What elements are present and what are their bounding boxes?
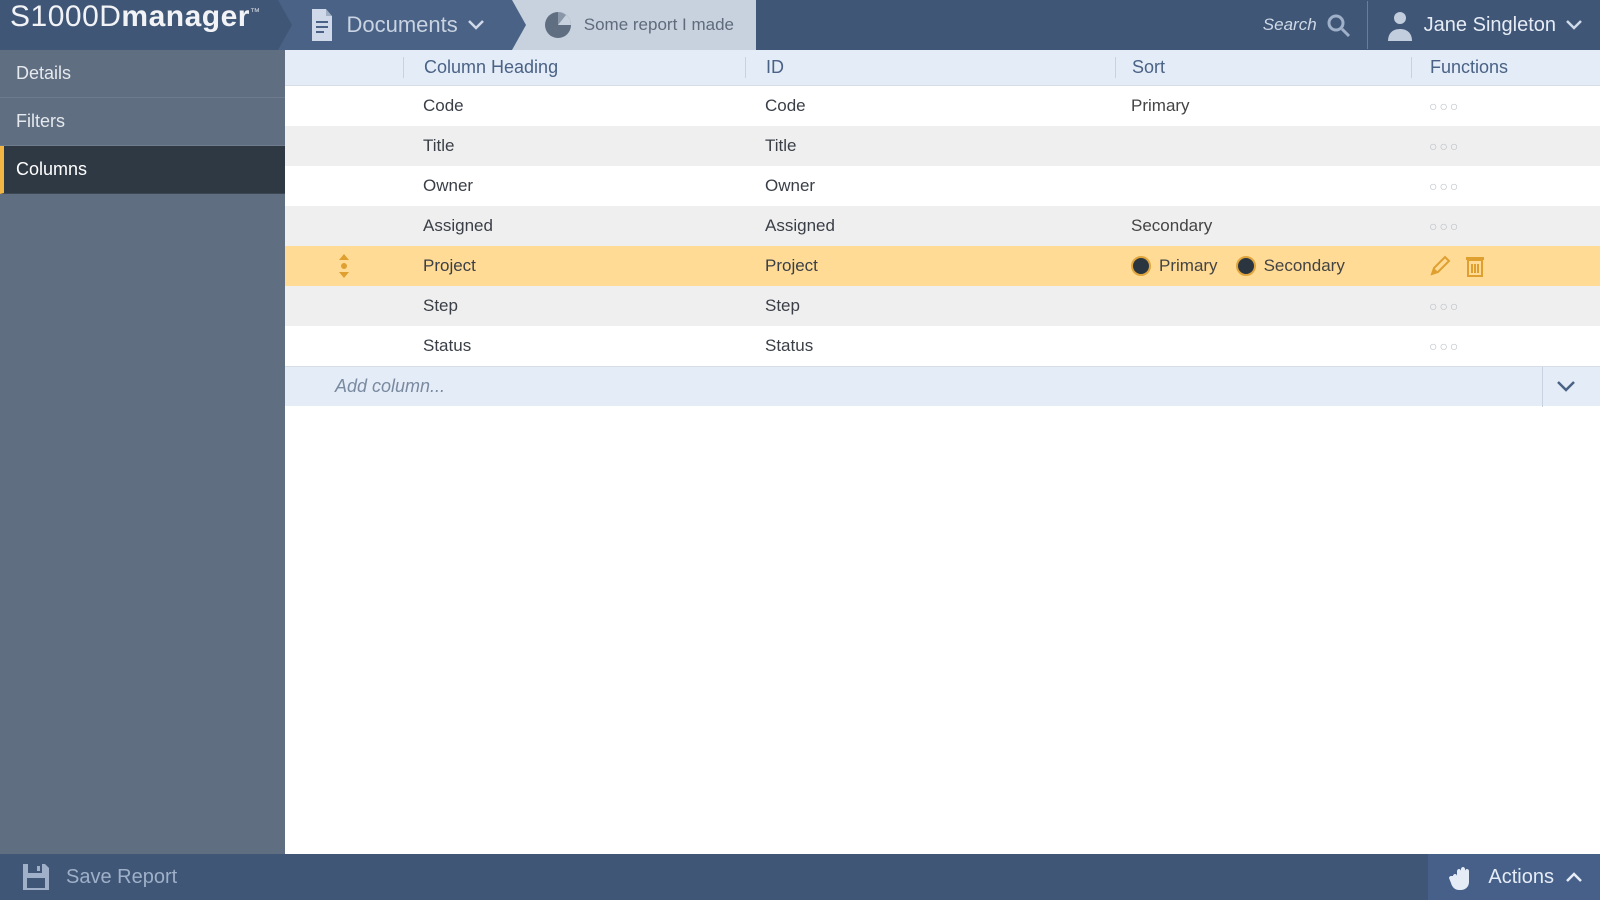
nav-documents[interactable]: Documents [278, 0, 511, 50]
add-column-placeholder: Add column... [335, 376, 445, 397]
cell-id: Title [745, 136, 1115, 156]
main-area: Details Filters Columns Column Heading I… [0, 50, 1600, 854]
cell-heading: Title [403, 136, 745, 156]
sidebar-item-label: Details [16, 63, 71, 84]
col-header-id: ID [745, 57, 1115, 78]
sidebar-item-columns[interactable]: Columns [0, 146, 285, 194]
add-column-dropdown[interactable] [1542, 367, 1588, 407]
drag-handle[interactable] [285, 253, 403, 279]
user-menu[interactable]: Jane Singleton [1368, 9, 1600, 41]
top-bar: S1000Dmanager™ Documents Some report I m… [0, 0, 1600, 50]
cell-sort: Secondary [1115, 216, 1411, 236]
col-header-sort: Sort [1115, 57, 1411, 78]
cell-heading: Code [403, 96, 745, 116]
cell-functions [1411, 255, 1600, 277]
bottom-bar: Save Report Actions [0, 854, 1600, 900]
table-row[interactable]: StatusStatus ○○○ [285, 326, 1600, 366]
cell-heading: Project [403, 256, 745, 276]
more-icon[interactable]: ○○○ [1429, 218, 1460, 234]
cell-functions: ○○○ [1411, 178, 1600, 194]
table-body: CodeCodePrimary○○○TitleTitle○○○OwnerOwne… [285, 86, 1600, 366]
save-icon [20, 861, 52, 893]
sidebar-item-filters[interactable]: Filters [0, 98, 285, 146]
user-icon [1386, 9, 1414, 41]
user-name: Jane Singleton [1424, 14, 1556, 37]
table-row[interactable]: OwnerOwner ○○○ [285, 166, 1600, 206]
cell-functions: ○○○ [1411, 338, 1600, 354]
table-row[interactable]: ProjectProject Primary Secondary [285, 246, 1600, 286]
search-icon [1325, 12, 1351, 38]
sort-value: Secondary [1131, 216, 1212, 236]
table-row[interactable]: TitleTitle ○○○ [285, 126, 1600, 166]
cell-functions: ○○○ [1411, 138, 1600, 154]
sidebar-item-details[interactable]: Details [0, 50, 285, 98]
sort-primary-radio[interactable]: Primary [1131, 256, 1218, 276]
cell-id: Code [745, 96, 1115, 116]
col-header-functions: Functions [1411, 57, 1600, 78]
chevron-down-icon [468, 20, 484, 30]
save-report-button[interactable]: Save Report [2, 861, 195, 893]
pie-chart-icon [542, 9, 574, 41]
cell-id: Step [745, 296, 1115, 316]
edit-icon[interactable] [1429, 255, 1451, 277]
content-panel: Column Heading ID Sort Functions CodeCod… [285, 50, 1600, 854]
cell-id: Project [745, 256, 1115, 276]
sort-secondary-radio[interactable]: Secondary [1236, 256, 1345, 276]
more-icon[interactable]: ○○○ [1429, 338, 1460, 354]
add-column-row[interactable]: Add column... [285, 366, 1600, 406]
app-logo[interactable]: S1000Dmanager™ [0, 0, 278, 50]
table-row[interactable]: StepStep ○○○ [285, 286, 1600, 326]
chevron-down-icon [1566, 20, 1582, 30]
sidebar: Details Filters Columns [0, 50, 285, 854]
logo-text: S1000Dmanager™ [10, 0, 260, 34]
table-row[interactable]: CodeCode Primary ○○○ [285, 86, 1600, 126]
search-placeholder: Search [1263, 15, 1317, 35]
search-button[interactable]: Search [1247, 12, 1367, 38]
cell-functions: ○○○ [1411, 218, 1600, 234]
save-report-label: Save Report [66, 866, 177, 889]
delete-icon[interactable] [1465, 255, 1485, 277]
hand-icon [1446, 862, 1476, 892]
more-icon[interactable]: ○○○ [1429, 298, 1460, 314]
chevron-up-icon [1566, 872, 1582, 882]
table-row[interactable]: AssignedAssigned Secondary ○○○ [285, 206, 1600, 246]
nav-report-label: Some report I made [584, 15, 734, 35]
actions-menu[interactable]: Actions [1428, 854, 1600, 900]
sidebar-item-label: Filters [16, 111, 65, 132]
nav-documents-label: Documents [346, 12, 457, 38]
more-icon[interactable]: ○○○ [1429, 178, 1460, 194]
more-icon[interactable]: ○○○ [1429, 98, 1460, 114]
col-header-heading: Column Heading [403, 57, 745, 78]
cell-heading: Status [403, 336, 745, 356]
cell-heading: Assigned [403, 216, 745, 236]
more-icon[interactable]: ○○○ [1429, 138, 1460, 154]
cell-id: Assigned [745, 216, 1115, 236]
document-icon [308, 9, 336, 41]
sort-value: Primary [1131, 96, 1190, 116]
sidebar-item-label: Columns [16, 159, 87, 180]
cell-functions: ○○○ [1411, 98, 1600, 114]
table-header: Column Heading ID Sort Functions [285, 50, 1600, 86]
cell-sort: Primary [1115, 96, 1411, 116]
nav-report-tab[interactable]: Some report I made [512, 0, 756, 50]
cell-functions: ○○○ [1411, 298, 1600, 314]
cell-sort: Primary Secondary [1115, 256, 1411, 276]
cell-heading: Step [403, 296, 745, 316]
actions-label: Actions [1488, 866, 1554, 889]
cell-heading: Owner [403, 176, 745, 196]
cell-id: Owner [745, 176, 1115, 196]
cell-id: Status [745, 336, 1115, 356]
